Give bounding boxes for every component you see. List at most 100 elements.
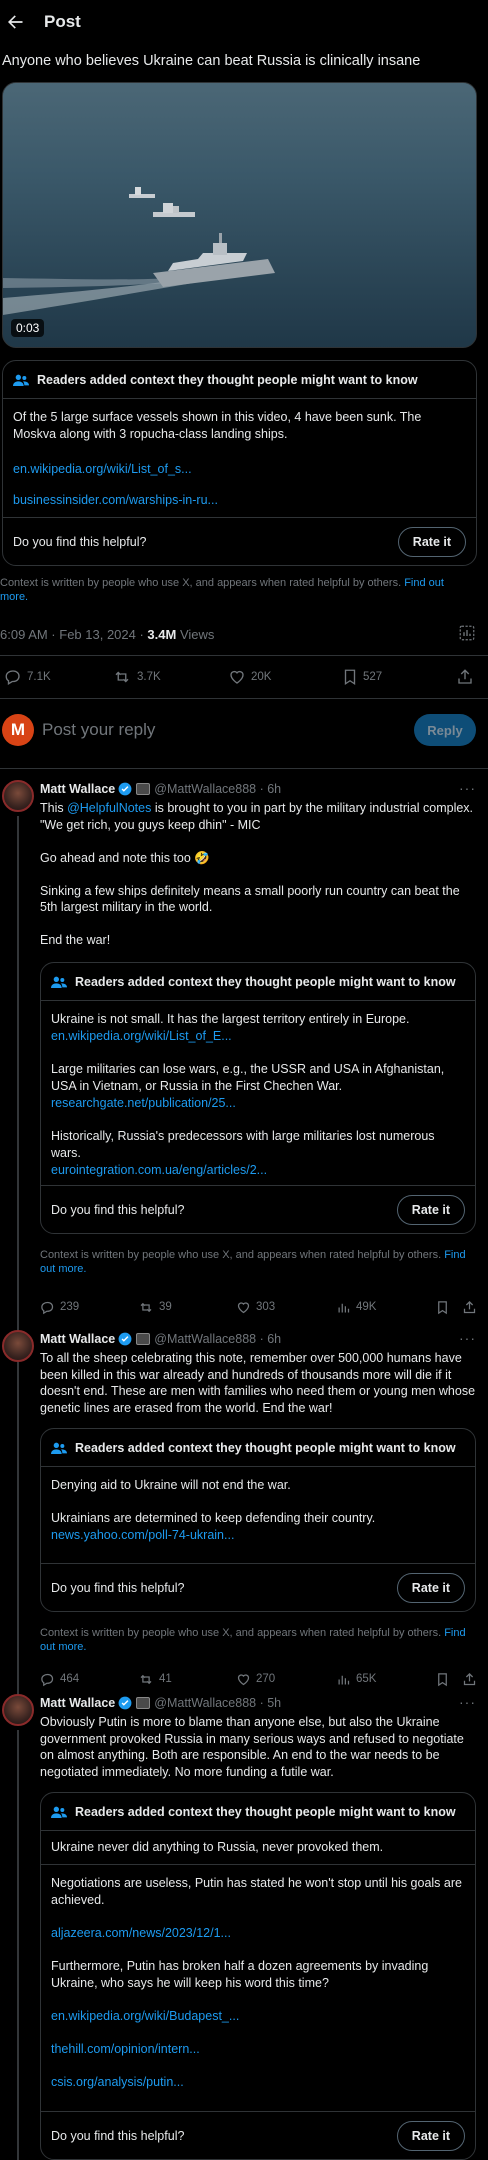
note-link[interactable]: businessinsider.com/warships-in-ru... (13, 492, 466, 509)
reply-paragraph: End the war! (40, 933, 111, 947)
repost-icon (140, 1674, 152, 1684)
share-action[interactable] (456, 668, 474, 686)
reply-actions: 464 41 270 65K (40, 1668, 480, 1690)
views-chart-icon (338, 1675, 350, 1684)
reply-action[interactable]: 464 (40, 1672, 79, 1687)
note-link[interactable]: eurointegration.com.ua/eng/articles/2... (51, 1163, 267, 1177)
note-link[interactable]: csis.org/analysis/putin... (51, 2074, 465, 2091)
share-action[interactable] (462, 1300, 477, 1315)
heart-icon (237, 1673, 250, 1685)
bookmark-icon (438, 1672, 447, 1686)
reply-action[interactable]: 239 (40, 1300, 79, 1315)
note-text: Historically, Russia's predecessors with… (51, 1129, 435, 1160)
note-text: Ukraine is not small. It has the largest… (51, 1012, 410, 1026)
note-link[interactable]: aljazeera.com/news/2023/12/1... (51, 1925, 465, 1942)
affiliate-flag-icon (136, 1333, 151, 1345)
thread-line (17, 816, 19, 1372)
divider (0, 768, 488, 769)
heart-icon (237, 1301, 250, 1313)
bookmark-action[interactable]: 527 (342, 668, 382, 686)
back-arrow-icon[interactable] (0, 7, 30, 37)
avatar[interactable] (2, 780, 34, 812)
note-text: Denying aid to Ukraine will not end the … (51, 1478, 291, 1492)
repost-count: 39 (159, 1301, 172, 1313)
views-action[interactable]: 65K (336, 1672, 376, 1687)
note-link[interactable]: news.yahoo.com/poll-74-ukrain... (51, 1528, 234, 1542)
reply-count: 239 (60, 1301, 80, 1313)
timestamp: 6:09 AM · Feb 13, 2024 · (0, 627, 148, 642)
views-label: Views (176, 627, 215, 642)
helpful-question: Do you find this helpful? (51, 2128, 185, 2143)
like-count: 303 (256, 1301, 276, 1313)
video-player[interactable]: 0:03 (2, 82, 477, 348)
author-handle[interactable]: @MattWallace888 · 6h (154, 1332, 281, 1346)
author-name[interactable]: Matt Wallace (40, 1696, 115, 1710)
affiliate-flag-icon (136, 1697, 151, 1709)
reply-input[interactable]: Post your reply (42, 720, 155, 740)
like-action[interactable]: 20K (228, 668, 271, 686)
rate-it-button[interactable]: Rate it (396, 1194, 465, 1225)
note-link[interactable]: en.wikipedia.org/wiki/List_of_E... (51, 1029, 232, 1043)
avatar[interactable] (2, 1330, 34, 1362)
view-count: 3.4M (147, 627, 177, 642)
analytics-icon[interactable] (458, 624, 476, 642)
reply-paragraph: To all the sheep celebrating this note, … (40, 1351, 476, 1415)
note-text: Negotiations are useless, Putin has stat… (51, 1876, 462, 1907)
repost-action[interactable]: 41 (138, 1672, 172, 1687)
author-handle[interactable]: @MattWallace888 · 5h (154, 1696, 281, 1710)
header: Post (0, 0, 488, 44)
avatar[interactable] (2, 1694, 34, 1726)
verified-badge-icon (118, 1332, 132, 1346)
thread-line (17, 1366, 19, 1726)
note-link[interactable]: en.wikipedia.org/wiki/Budapest_... (51, 2008, 465, 2025)
reply-button[interactable]: Reply (414, 714, 476, 746)
note-heading-text: Readers added context they thought peopl… (75, 1440, 456, 1455)
reply-header: Matt Wallace @MattWallace888 · 6h (40, 782, 281, 796)
video-frame (3, 83, 476, 347)
disclaimer-text: Context is written by people who use X, … (40, 1249, 442, 1261)
more-options-icon[interactable]: ··· (459, 1330, 476, 1346)
note-disclaimer: Context is written by people who use X, … (40, 1248, 470, 1276)
reply-icon (41, 1673, 54, 1686)
community-note: Readers added context they thought peopl… (40, 1792, 476, 2160)
repost-icon (115, 671, 129, 683)
repost-action[interactable]: 39 (138, 1300, 172, 1315)
bookmark-action[interactable] (436, 1300, 449, 1315)
note-disclaimer: Context is written by people who use X, … (0, 576, 470, 604)
repost-action[interactable]: 3.7K (112, 668, 161, 686)
more-options-icon[interactable]: ··· (459, 1694, 476, 1710)
bookmark-icon (438, 1300, 447, 1314)
repost-count: 3.7K (137, 671, 161, 683)
helpful-question: Do you find this helpful? (51, 1580, 185, 1595)
note-heading-text: Readers added context they thought peopl… (75, 1804, 456, 1819)
reply-paragraph: Go ahead and note this too 🤣 (40, 850, 210, 865)
more-options-icon[interactable]: ··· (459, 780, 476, 796)
reply-text: Obviously Putin is more to blame than an… (40, 1714, 480, 1797)
rate-it-button[interactable]: Rate it (397, 526, 466, 557)
rate-it-button[interactable]: Rate it (396, 2120, 465, 2151)
people-icon (13, 374, 29, 386)
views-action[interactable]: 49K (336, 1300, 376, 1315)
mention-link[interactable]: @HelpfulNotes (67, 801, 151, 815)
share-action[interactable] (462, 1672, 477, 1687)
views-count: 49K (356, 1301, 377, 1313)
reply-paragraph: Obviously Putin is more to blame than an… (40, 1715, 464, 1779)
author-handle[interactable]: @MattWallace888 · 6h (154, 782, 281, 796)
like-action[interactable]: 303 (236, 1300, 275, 1315)
reply-text: This @HelpfulNotes is brought to you in … (40, 800, 480, 965)
note-link[interactable]: researchgate.net/publication/25... (51, 1096, 236, 1110)
note-link[interactable]: en.wikipedia.org/wiki/List_of_s... (13, 461, 466, 478)
like-action[interactable]: 270 (236, 1672, 275, 1687)
people-icon (51, 1806, 67, 1818)
rate-it-button[interactable]: Rate it (396, 1572, 465, 1603)
like-count: 270 (256, 1673, 276, 1685)
bookmark-action[interactable] (436, 1672, 449, 1687)
author-name[interactable]: Matt Wallace (40, 782, 115, 796)
like-count: 20K (251, 671, 272, 683)
note-link[interactable]: thehill.com/opinion/intern... (51, 2041, 465, 2058)
note-text: Of the 5 large surface vessels shown in … (13, 410, 422, 441)
author-name[interactable]: Matt Wallace (40, 1332, 115, 1346)
reply-action[interactable]: 7.1K (4, 668, 51, 686)
divider (0, 655, 488, 656)
note-text: Large militaries can lose wars, e.g., th… (51, 1062, 445, 1093)
